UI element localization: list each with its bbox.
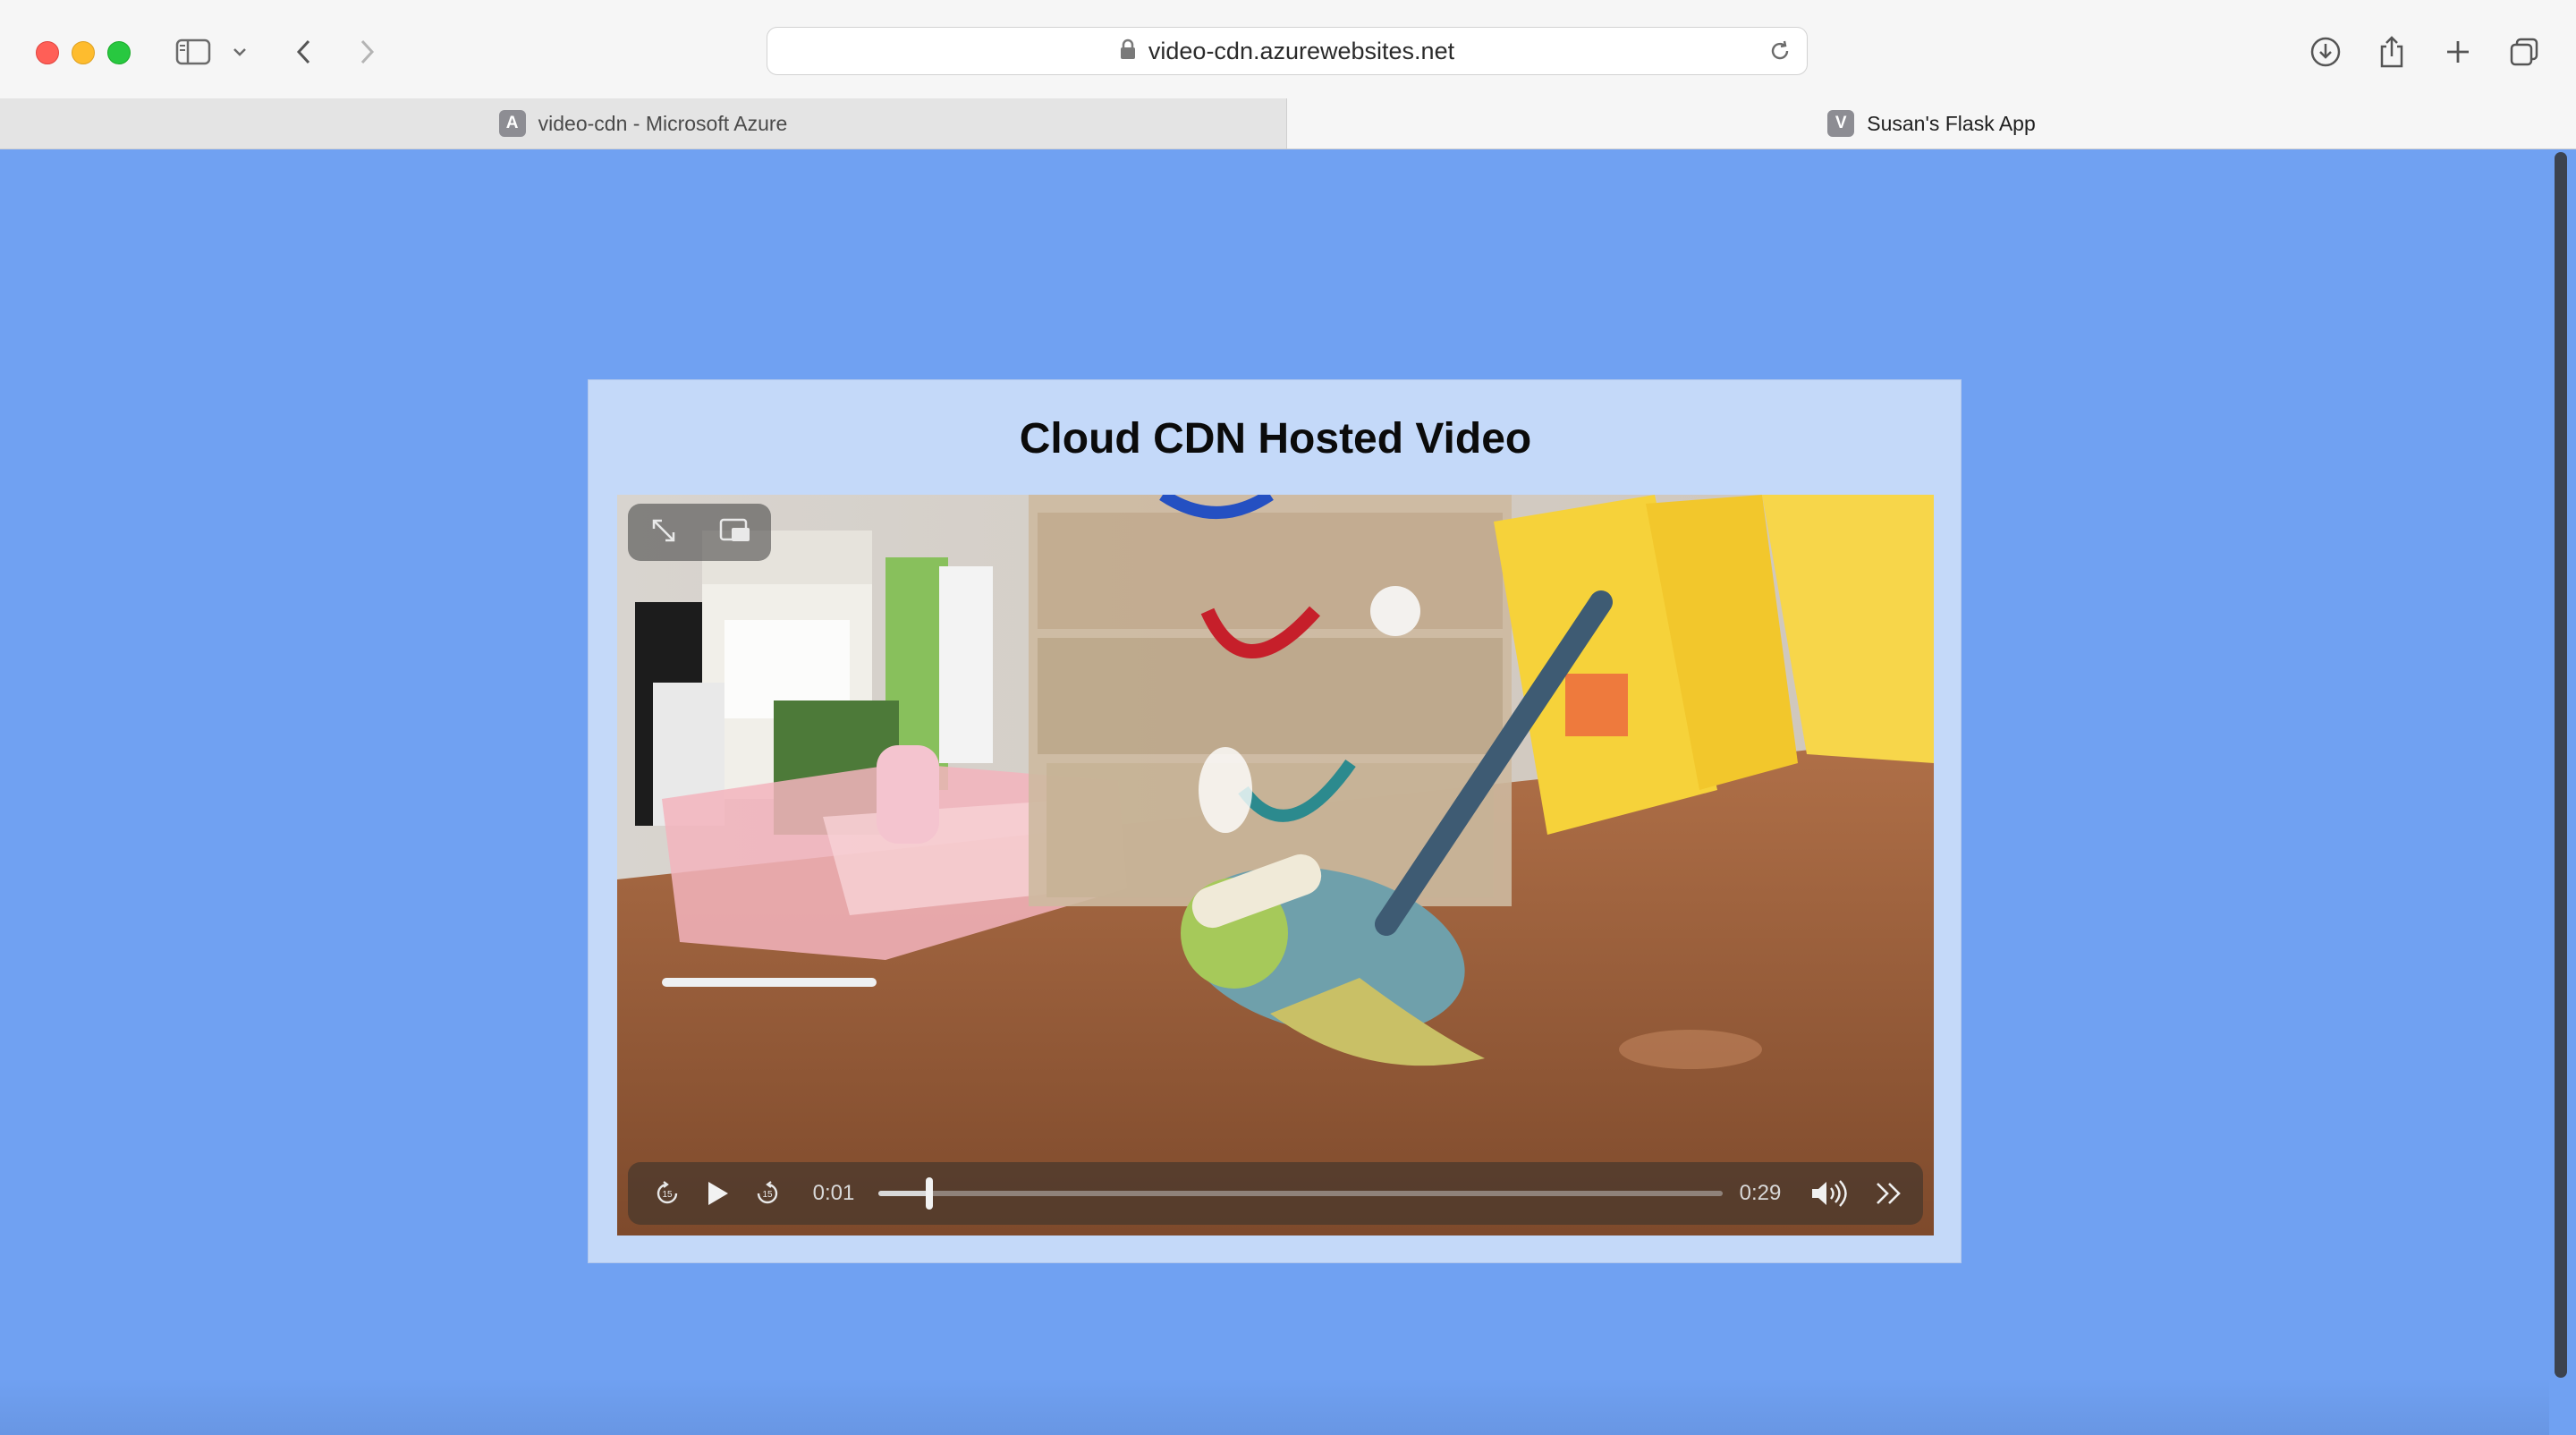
new-tab-icon[interactable]: [2438, 32, 2478, 72]
tab-bar: A video-cdn - Microsoft Azure V Susan's …: [0, 98, 2576, 149]
skip-back-15-icon[interactable]: 15: [649, 1162, 685, 1225]
browser-titlebar: video-cdn.azurewebsites.net: [0, 0, 2576, 99]
dock-shadow: [0, 1378, 2549, 1435]
volume-icon[interactable]: [1807, 1162, 1852, 1225]
video-player[interactable]: 15 15 0:01 0:29: [617, 495, 1934, 1235]
tab-video-cdn-azure[interactable]: A video-cdn - Microsoft Azure: [0, 98, 1287, 149]
fullscreen-icon[interactable]: [648, 515, 679, 550]
share-icon[interactable]: [2372, 32, 2411, 72]
more-controls-icon[interactable]: [1869, 1162, 1909, 1225]
seek-bar[interactable]: [878, 1177, 1723, 1210]
video-card: Cloud CDN Hosted Video 15 15 0:01 0:29: [588, 379, 1962, 1263]
svg-text:15: 15: [762, 1190, 773, 1200]
page-title: Cloud CDN Hosted Video: [1019, 415, 1532, 463]
video-frame-image: [617, 495, 1934, 1235]
tab-susans-flask-app[interactable]: V Susan's Flask App: [1287, 98, 2576, 149]
seek-bar-knob[interactable]: [925, 1177, 933, 1210]
playback-controls: 15 15 0:01 0:29: [628, 1162, 1923, 1225]
address-bar[interactable]: video-cdn.azurewebsites.net: [767, 27, 1808, 75]
skip-forward-15-icon[interactable]: 15: [750, 1162, 785, 1225]
back-icon[interactable]: [288, 32, 320, 72]
chevron-down-icon[interactable]: [229, 32, 250, 72]
downloads-icon[interactable]: [2306, 32, 2345, 72]
sidebar-toggle-icon[interactable]: [172, 32, 215, 72]
tab-overview-icon[interactable]: [2504, 32, 2544, 72]
zoom-window-button[interactable]: [107, 41, 131, 64]
svg-text:15: 15: [662, 1190, 673, 1200]
play-icon[interactable]: [699, 1162, 735, 1225]
scrollbar[interactable]: [2555, 152, 2567, 1378]
close-window-button[interactable]: [36, 41, 59, 64]
picture-in-picture-icon[interactable]: [719, 517, 751, 548]
tab-favicon: A: [498, 110, 526, 137]
url-text: video-cdn.azurewebsites.net: [1148, 37, 1455, 64]
forward-icon[interactable]: [351, 32, 383, 72]
reload-icon[interactable]: [1767, 38, 1792, 68]
seek-bar-progress: [878, 1191, 929, 1196]
tab-favicon: V: [1827, 110, 1855, 137]
top-controls: [628, 504, 771, 561]
minimize-window-button[interactable]: [72, 41, 95, 64]
tab-label: Susan's Flask App: [1867, 111, 2036, 135]
current-time: 0:01: [812, 1181, 855, 1205]
lock-icon: [1120, 38, 1136, 64]
tab-label: video-cdn - Microsoft Azure: [538, 111, 788, 135]
duration: 0:29: [1739, 1181, 1782, 1205]
